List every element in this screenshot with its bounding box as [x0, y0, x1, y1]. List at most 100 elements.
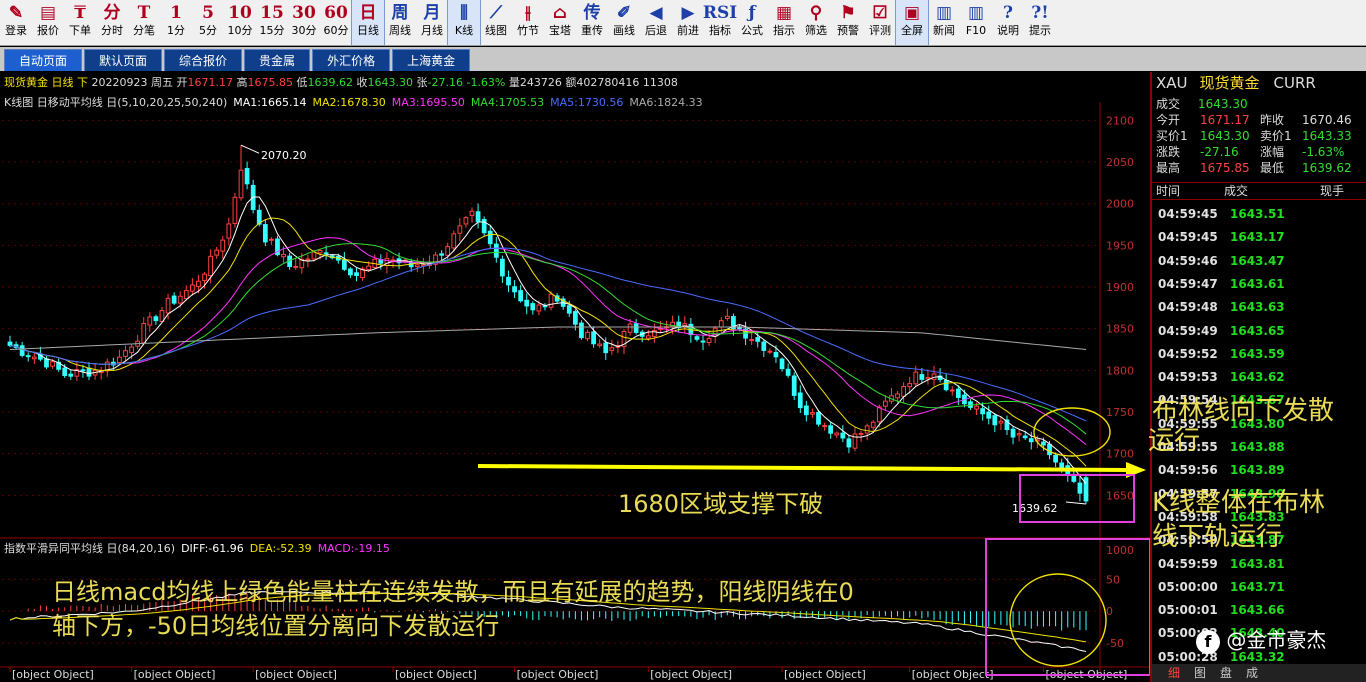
toolbar-news-button[interactable]: ▥ 新闻: [928, 0, 960, 45]
candle-body: [500, 258, 505, 277]
tick-header-volume: 现手: [1320, 184, 1345, 198]
toolbar-label: 5分: [199, 24, 217, 37]
candle-body: [822, 425, 827, 428]
macd-highlight-box: [985, 538, 1150, 676]
candle-body: [196, 280, 201, 288]
candle-body: [354, 272, 359, 277]
candle-body: [262, 224, 268, 243]
candle-body: [797, 392, 803, 409]
candle-body: [366, 265, 372, 271]
toolbar-order-button[interactable]: ₸ 下单: [64, 0, 96, 45]
quote-cell: 昨收: [1260, 113, 1285, 127]
toolbar-label: 公式: [741, 24, 763, 37]
quote-symbol: XAU: [1156, 74, 1188, 92]
price-tick-label: 1900: [1106, 281, 1134, 294]
quote-cell: 买价1: [1156, 129, 1188, 143]
candle-body: [147, 316, 153, 326]
tab-4[interactable]: 外汇价格: [312, 49, 391, 71]
toolbar-tick-button[interactable]: T 分笔: [128, 0, 160, 45]
toolbar-f10-button[interactable]: ▥ F10: [960, 0, 992, 45]
toolbar-login-button[interactable]: ✎ 登录: [0, 0, 32, 45]
quote-icon: ▤: [39, 3, 57, 23]
quote-cell: 1643.33: [1302, 129, 1352, 143]
candle-body: [1022, 435, 1028, 439]
toolbar-reload-button[interactable]: 传重传: [576, 0, 608, 45]
toolbar-5min-button[interactable]: 5 5分: [192, 0, 224, 45]
toolbar-daily-button[interactable]: 日日线: [351, 0, 385, 45]
toolbar-back-button[interactable]: ◀ 后退: [640, 0, 672, 45]
macd-annotation-1: 日线macd均线上绿色能量柱在连续发散，而且有延展的趋势，阳线阴线在0: [52, 578, 854, 606]
tick-time: 05:00:00: [1158, 579, 1218, 594]
toolbar-15min-button[interactable]: 15 15分: [256, 0, 288, 45]
tick-row: 04:59:48 1643.63: [1158, 297, 1285, 317]
weekly-icon: 周: [391, 3, 409, 23]
panel-tab[interactable]: 成: [1246, 664, 1258, 682]
toolbar-indicator-button[interactable]: RSI 指标: [703, 0, 737, 45]
candle-body: [31, 356, 37, 360]
f10-icon: ▥: [967, 3, 985, 23]
toolbar-help-button[interactable]: ? 说明: [992, 0, 1024, 45]
tab-5[interactable]: 上海黄金: [392, 49, 471, 71]
15min-icon: 15: [260, 3, 284, 23]
tick-price: 1643.81: [1230, 556, 1285, 571]
tab-1[interactable]: 默认页面: [84, 49, 163, 71]
quote-cell: 最高: [1156, 161, 1181, 175]
order-icon: ₸: [74, 3, 86, 23]
tab-2[interactable]: 综合报价: [164, 49, 243, 71]
toolbar-kline-button[interactable]: ⫼ K线: [447, 0, 481, 45]
tick-price: 1643.62: [1230, 370, 1285, 385]
candle-body: [645, 335, 651, 339]
toolbar-label: 1分: [167, 24, 185, 37]
toolbar-10min-button[interactable]: 10 10分: [224, 0, 256, 45]
candle-body: [512, 286, 517, 293]
toolbar-monthly-button[interactable]: 月月线: [416, 0, 448, 45]
toolbar-indicate-button[interactable]: ▦ 指示: [768, 0, 800, 45]
toolbar-tower-button[interactable]: ⌂ 宝塔: [544, 0, 576, 45]
tick-header-time: 时间: [1156, 184, 1181, 198]
toolbar-30min-button[interactable]: 30 30分: [288, 0, 320, 45]
toolbar-tips-button[interactable]: ?! 提示: [1024, 0, 1056, 45]
quote-cell: 1670.46: [1302, 113, 1352, 127]
candle-body: [117, 356, 122, 363]
toolbar-filter-button[interactable]: ⚲ 筛选: [800, 0, 832, 45]
watermark-logo-icon: f: [1196, 629, 1220, 654]
toolbar-alert-button[interactable]: ⚑ 预警: [832, 0, 864, 45]
toolbar-weekly-button[interactable]: 周周线: [384, 0, 416, 45]
toolbar-quote-button[interactable]: ▤ 报价: [32, 0, 64, 45]
toolbar-timeshare-button[interactable]: 分分时: [96, 0, 128, 45]
panel-tab[interactable]: 盘: [1220, 664, 1232, 682]
toolbar-1min-button[interactable]: 1 1分: [160, 0, 192, 45]
toolbar-bamboo-button[interactable]: ⫲ 竹节: [512, 0, 544, 45]
toolbar-linechart-button[interactable]: ⟋ 线图: [480, 0, 512, 45]
toolbar-label: 竹节: [517, 24, 539, 37]
toolbar-draw-button[interactable]: ✐ 画线: [608, 0, 640, 45]
tab-0[interactable]: 自动页面: [4, 49, 83, 71]
tab-3[interactable]: 贵金属: [244, 49, 311, 71]
toolbar-fullscreen-button[interactable]: ▣ 全屏: [895, 0, 929, 45]
tick-row: 04:59:53 1643.62: [1158, 367, 1285, 387]
bamboo-icon: ⫲: [525, 3, 531, 23]
help-icon: ?: [1003, 3, 1013, 23]
alert-icon: ⚑: [840, 3, 856, 23]
candle-body: [530, 303, 536, 311]
toolbar-evaluate-button[interactable]: ☑ 评测: [864, 0, 896, 45]
candle-body: [463, 217, 469, 225]
tips-icon: ?!: [1031, 3, 1049, 23]
page-tabs: 自动页面 默认页面 综合报价 贵金属 外汇价格 上海黄金: [0, 47, 1366, 71]
toolbar: ✎ 登录 ▤ 报价 ₸ 下单分分时 T 分笔 1 1分 5 5分 10 10分 15 15分 30 30分 60 60…: [0, 0, 1366, 46]
toolbar-forward-button[interactable]: ▶ 前进: [672, 0, 704, 45]
date-tick-label: [object Object]: [134, 668, 216, 681]
panel-tab[interactable]: 细: [1168, 664, 1180, 682]
toolbar-60min-button[interactable]: 60 60分: [320, 0, 352, 45]
tick-row: 04:59:52 1643.59: [1158, 344, 1285, 364]
candle-body: [585, 331, 590, 340]
candle-body: [986, 411, 992, 419]
quote-cell: 最低: [1260, 161, 1285, 175]
panel-tab[interactable]: 图: [1194, 664, 1206, 682]
candle-body: [925, 376, 931, 380]
candle-body: [341, 259, 347, 270]
candle-body: [810, 412, 815, 415]
candle-body: [311, 251, 317, 260]
toolbar-label: 月线: [421, 24, 443, 37]
toolbar-formula-button[interactable]: ƒ 公式: [736, 0, 768, 45]
